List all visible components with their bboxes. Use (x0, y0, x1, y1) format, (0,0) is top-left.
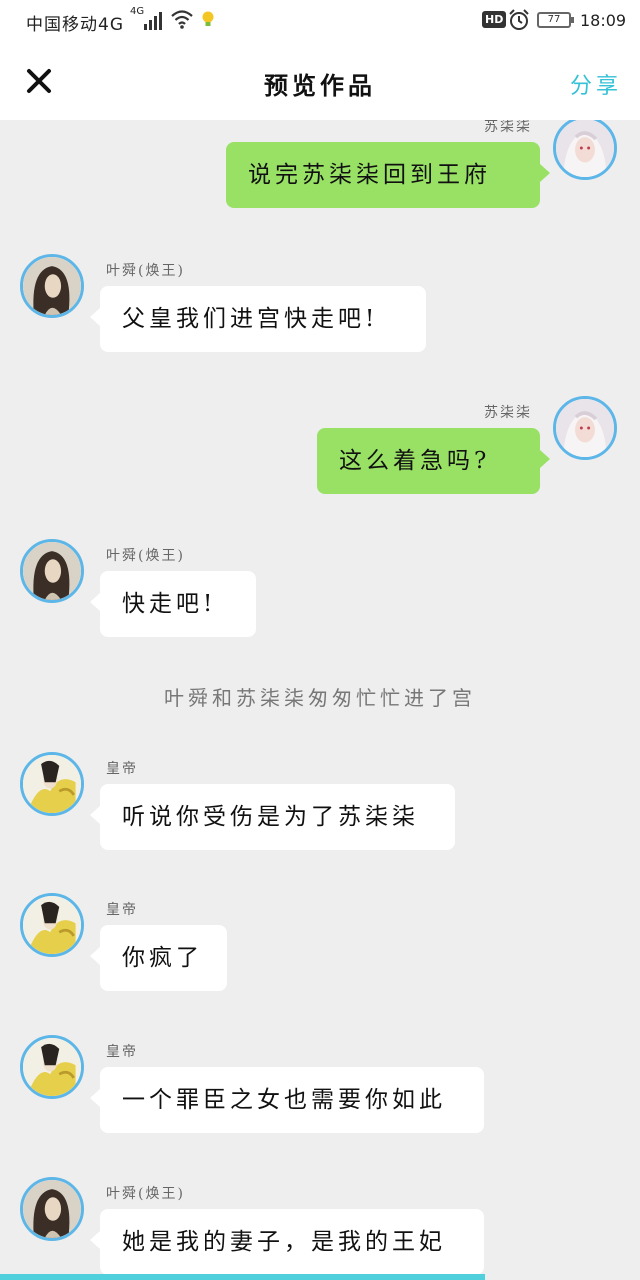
status-bar: 中国移动4G 4G HD 77 18:09 (0, 0, 640, 44)
share-button[interactable]: 分享 (570, 68, 622, 100)
carrier-label: 中国移动4G (26, 15, 124, 35)
yellow-robe-emperor-avatar[interactable] (20, 752, 84, 816)
message-bubble: 快走吧! (90, 571, 256, 637)
message-bubble: 听说你受伤是为了苏柒柒 (90, 784, 455, 850)
white-hair-girl-avatar[interactable] (553, 120, 617, 180)
message-bubble: 说完苏柒柒回到王府 (226, 142, 550, 208)
message-bubble: 她是我的妻子，是我的王妃 (90, 1209, 484, 1275)
top-nav-bar: 预览作品 分享 (0, 44, 640, 120)
dark-hair-man-avatar[interactable] (20, 254, 84, 318)
sender-name: 苏柒柒 (484, 120, 532, 135)
network-type-label: 4G (130, 6, 145, 17)
clock-time: 18:09 (580, 11, 627, 30)
white-hair-girl-avatar[interactable] (553, 396, 617, 460)
message-bubble: 父皇我们进宫快走吧! (90, 286, 426, 352)
message-bubble: 这么着急吗? (317, 428, 550, 494)
sender-name: 叶舜(焕王) (106, 548, 185, 564)
signal-icon (144, 10, 166, 30)
wifi-icon (171, 10, 193, 29)
dark-hair-man-avatar[interactable] (20, 1177, 84, 1241)
chat-preview-area[interactable]: 苏柒柒 说完苏柒柒回到王府 叶舜(焕王) 父皇我们进宫快走吧! 苏柒柒 这么着急… (0, 120, 640, 1280)
sender-name: 皇帝 (106, 761, 138, 777)
yellow-robe-emperor-avatar[interactable] (20, 1035, 84, 1099)
dark-hair-man-avatar[interactable] (20, 539, 84, 603)
message-bubble: 你疯了 (90, 925, 227, 991)
narration-text: 叶舜和苏柒柒匆匆忙忙进了宫 (164, 686, 476, 710)
notification-bulb-icon (202, 11, 214, 26)
sender-name: 叶舜(焕王) (106, 263, 185, 279)
yellow-robe-emperor-avatar[interactable] (20, 893, 84, 957)
battery-icon: 77 (537, 12, 574, 28)
sender-name: 皇帝 (106, 902, 138, 918)
sender-name: 叶舜(焕王) (106, 1186, 185, 1202)
progress-bar (0, 1274, 485, 1280)
sender-name: 皇帝 (106, 1044, 138, 1060)
page-title: 预览作品 (264, 72, 376, 100)
sender-name: 苏柒柒 (484, 405, 532, 421)
message-bubble: 一个罪臣之女也需要你如此 (90, 1067, 484, 1133)
alarm-icon (509, 9, 529, 30)
hd-badge: HD (482, 11, 507, 28)
